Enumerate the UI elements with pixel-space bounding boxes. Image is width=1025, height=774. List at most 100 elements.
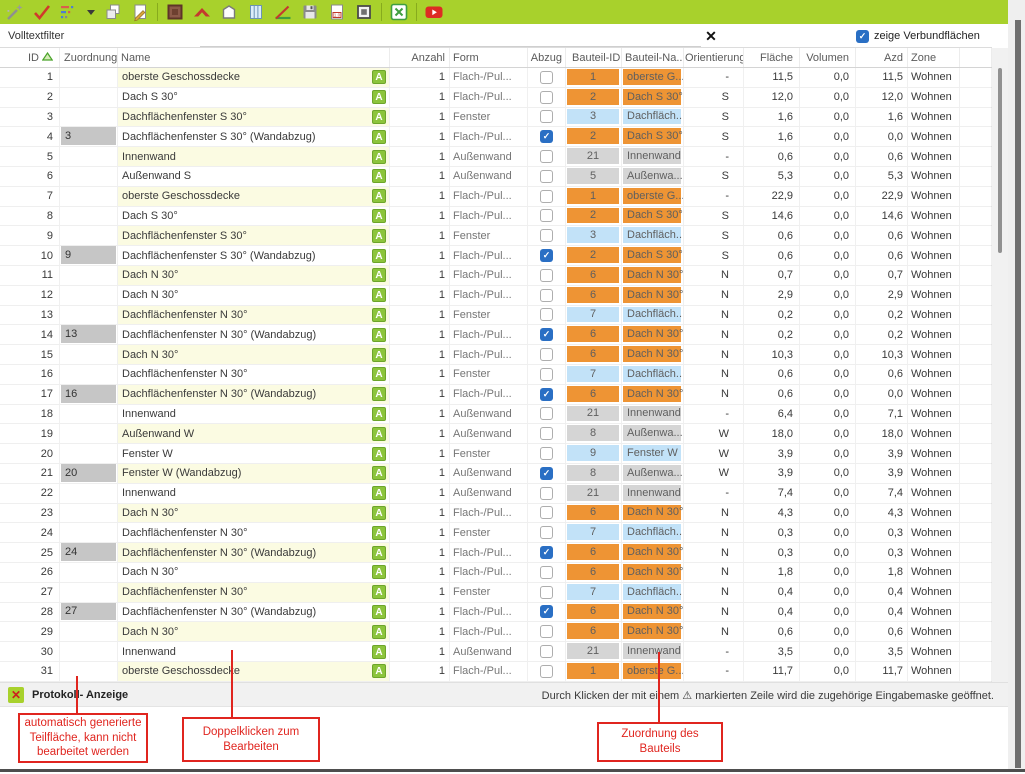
table-row[interactable]: 18InnenwandA1Außenwand21Innenwand-6,40,0… <box>0 405 991 425</box>
cell-name[interactable]: oberste GeschossdeckeA <box>118 187 390 206</box>
bauteil-name-value[interactable]: Dach N 30° <box>623 346 681 362</box>
bauteil-name-value[interactable]: Dach S 30° <box>623 89 681 105</box>
protokoll-close-icon[interactable]: ✕ <box>8 687 24 703</box>
bauteil-name-value[interactable]: Außenwa... <box>623 425 681 441</box>
cell-name[interactable]: Dach N 30°A <box>118 345 390 364</box>
window-scrollbar-thumb[interactable] <box>1015 20 1021 768</box>
bauteil-name-value[interactable]: Dachfläch... <box>623 307 681 323</box>
copy-icon[interactable] <box>103 2 123 22</box>
cell-name[interactable]: Dach S 30°A <box>118 88 390 107</box>
bauteil-id-value[interactable]: 8 <box>567 465 619 481</box>
bauteil-name-value[interactable]: oberste G... <box>623 663 681 679</box>
bauteil-name-value[interactable]: Dach N 30° <box>623 287 681 303</box>
bauteil-id-value[interactable]: 9 <box>567 445 619 461</box>
abzug-checkbox[interactable] <box>540 229 553 242</box>
abzug-checkbox[interactable] <box>540 328 553 341</box>
clear-filter-icon[interactable]: ✕ <box>702 27 720 45</box>
bauteil-id-value[interactable]: 1 <box>567 663 619 679</box>
cell-name[interactable]: Dachflächenfenster N 30°A <box>118 523 390 542</box>
abzug-checkbox[interactable] <box>540 190 553 203</box>
column-header-fl[interactable]: Fläche <box>744 48 800 67</box>
bauteil-id-value[interactable]: 3 <box>567 109 619 125</box>
table-row[interactable]: 31oberste GeschossdeckeA1Flach-/Pul...1o… <box>0 662 991 682</box>
abzug-checkbox[interactable] <box>540 447 553 460</box>
cell-name[interactable]: Dachflächenfenster N 30°A <box>118 583 390 602</box>
abzug-checkbox[interactable] <box>540 110 553 123</box>
bauteil-name-value[interactable]: Dachfläch... <box>623 227 681 243</box>
bauteil-name-value[interactable]: Außenwa... <box>623 465 681 481</box>
cell-name[interactable]: Außenwand SA <box>118 167 390 186</box>
abzug-checkbox[interactable] <box>540 150 553 163</box>
column-header-abzug[interactable]: Abzug <box>528 48 566 67</box>
abzug-checkbox[interactable] <box>540 368 553 381</box>
abzug-checkbox[interactable] <box>540 506 553 519</box>
dropdown-caret-icon[interactable] <box>86 2 96 22</box>
cell-name[interactable]: Dach N 30°A <box>118 286 390 305</box>
bauteil-id-value[interactable]: 7 <box>567 307 619 323</box>
bauteil-id-value[interactable]: 6 <box>567 386 619 402</box>
magic-wand-icon[interactable] <box>5 2 25 22</box>
polygon-icon[interactable] <box>219 2 239 22</box>
version-doc-icon[interactable]: 1.0 <box>327 2 347 22</box>
column-header-bid[interactable]: Bauteil-ID <box>566 48 622 67</box>
cell-name[interactable]: Dachflächenfenster N 30° (Wandabzug)A <box>118 385 390 404</box>
bauteil-id-value[interactable]: 7 <box>567 524 619 540</box>
check-icon[interactable] <box>32 2 52 22</box>
abzug-checkbox[interactable] <box>540 566 553 579</box>
bauteil-name-value[interactable]: Dach N 30° <box>623 505 681 521</box>
table-row[interactable]: 9Dachflächenfenster S 30°A1Fenster3Dachf… <box>0 226 991 246</box>
table-row[interactable]: 8Dach S 30°A1Flach-/Pul...2Dach S 30°S14… <box>0 207 991 227</box>
abzug-checkbox[interactable] <box>540 170 553 183</box>
cell-name[interactable]: InnenwandA <box>118 642 390 661</box>
column-header-zu[interactable]: Zuordnung <box>60 48 118 67</box>
table-row[interactable]: 30InnenwandA1Außenwand21Innenwand-3,50,0… <box>0 642 991 662</box>
table-row[interactable]: 2827Dachflächenfenster N 30° (Wandabzug)… <box>0 603 991 623</box>
save-icon[interactable] <box>300 2 320 22</box>
bauteil-name-value[interactable]: Fenster W <box>623 445 681 461</box>
bauteil-id-value[interactable]: 21 <box>567 485 619 501</box>
table-row[interactable]: 7oberste GeschossdeckeA1Flach-/Pul...1ob… <box>0 187 991 207</box>
abzug-checkbox[interactable] <box>540 308 553 321</box>
import-sheet-icon[interactable] <box>130 2 150 22</box>
bauteil-name-value[interactable]: Dachfläch... <box>623 366 681 382</box>
youtube-icon[interactable] <box>424 2 444 22</box>
bauteil-name-value[interactable]: Dach S 30° <box>623 247 681 263</box>
table-row[interactable]: 23Dach N 30°A1Flach-/Pul...6Dach N 30°N4… <box>0 504 991 524</box>
column-header-bname[interactable]: Bauteil-Na... <box>622 48 684 67</box>
table-row[interactable]: 109Dachflächenfenster S 30° (Wandabzug)A… <box>0 246 991 266</box>
bauteil-name-value[interactable]: Innenwand <box>623 148 681 164</box>
bauteil-id-value[interactable]: 21 <box>567 148 619 164</box>
abzug-checkbox[interactable] <box>540 209 553 222</box>
bauteil-id-value[interactable]: 6 <box>567 267 619 283</box>
abzug-checkbox[interactable] <box>540 625 553 638</box>
table-row[interactable]: 19Außenwand WA1Außenwand8Außenwa...W18,0… <box>0 424 991 444</box>
window-icon[interactable] <box>246 2 266 22</box>
abzug-checkbox[interactable] <box>540 269 553 282</box>
table-row[interactable]: 6Außenwand SA1Außenwand5Außenwa...S5,30,… <box>0 167 991 187</box>
bauteil-id-value[interactable]: 5 <box>567 168 619 184</box>
column-header-ori[interactable]: Orientierung <box>684 48 744 67</box>
table-row[interactable]: 43Dachflächenfenster S 30° (Wandabzug)A1… <box>0 127 991 147</box>
fulltext-filter-input[interactable] <box>200 27 701 47</box>
bauteil-id-value[interactable]: 6 <box>567 287 619 303</box>
abzug-checkbox[interactable] <box>540 388 553 401</box>
cell-name[interactable]: Fenster WA <box>118 444 390 463</box>
cell-name[interactable]: Dachflächenfenster N 30° (Wandabzug)A <box>118 543 390 562</box>
cell-name[interactable]: oberste GeschossdeckeA <box>118 68 390 87</box>
cell-name[interactable]: Dach N 30°A <box>118 504 390 523</box>
bauteil-name-value[interactable]: Dachfläch... <box>623 109 681 125</box>
wall-icon[interactable] <box>165 2 185 22</box>
abzug-checkbox[interactable] <box>540 91 553 104</box>
abzug-checkbox[interactable] <box>540 487 553 500</box>
cell-name[interactable]: Dach S 30°A <box>118 207 390 226</box>
table-row[interactable]: 15Dach N 30°A1Flach-/Pul...6Dach N 30°N1… <box>0 345 991 365</box>
verbundflaechen-checkbox[interactable] <box>856 30 869 43</box>
column-header-id[interactable]: ID <box>0 48 60 67</box>
cell-name[interactable]: Dachflächenfenster N 30° (Wandabzug)A <box>118 603 390 622</box>
column-header-anz[interactable]: Anzahl <box>390 48 450 67</box>
bauteil-id-value[interactable]: 2 <box>567 208 619 224</box>
bauteil-id-value[interactable]: 21 <box>567 406 619 422</box>
table-row[interactable]: 12Dach N 30°A1Flach-/Pul...6Dach N 30°N2… <box>0 286 991 306</box>
bauteil-name-value[interactable]: Innenwand <box>623 406 681 422</box>
column-header-vol[interactable]: Volumen <box>800 48 856 67</box>
